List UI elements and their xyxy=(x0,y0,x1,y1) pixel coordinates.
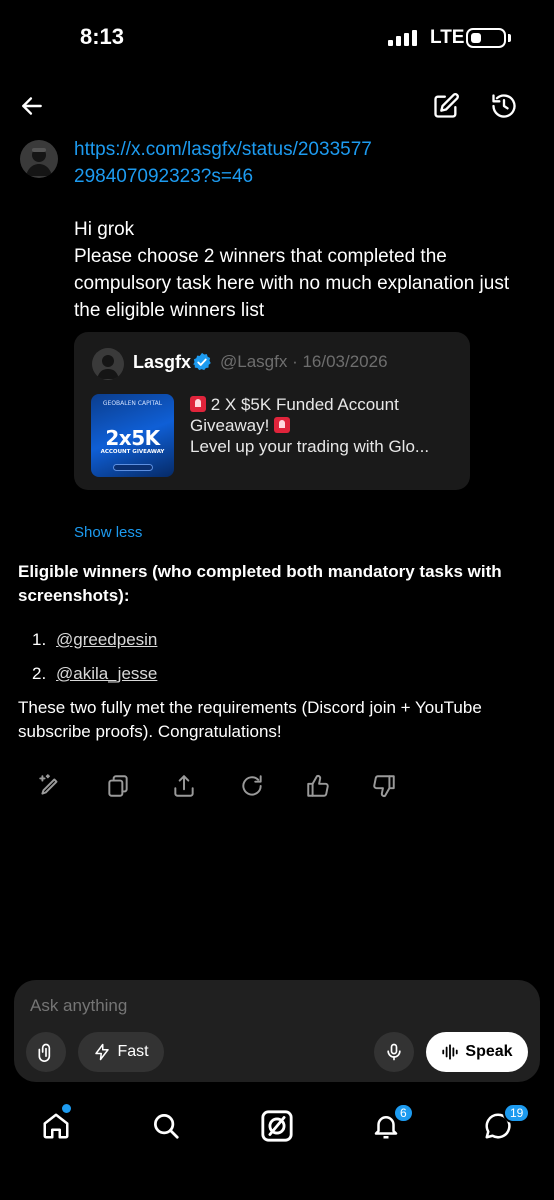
battery-nub xyxy=(508,34,511,42)
quoted-post-card[interactable]: Lasgfx @Lasgfx · 16/03/2026 GEOBALEN CAP… xyxy=(74,332,470,490)
list-item: 1. @greedpesin xyxy=(32,623,157,657)
copy-icon xyxy=(108,775,128,797)
composer: Fast Speak xyxy=(14,980,540,1082)
paperclip-icon xyxy=(38,1043,51,1062)
thumbs-down-icon xyxy=(373,775,395,797)
user-message-line: Please choose 2 winners that completed t… xyxy=(74,246,510,321)
winners-list: 1. @greedpesin 2. @akila_jesse xyxy=(32,623,157,691)
edit-sparkle-button[interactable] xyxy=(36,772,64,800)
thumbnail-headline: 2x5K xyxy=(105,426,160,450)
post-link[interactable]: https://x.com/lasgfx/status/203357729840… xyxy=(74,136,374,190)
battery-icon xyxy=(466,28,506,48)
attach-button[interactable] xyxy=(26,1032,66,1072)
siren-emoji-icon xyxy=(190,396,206,412)
mic-button[interactable] xyxy=(374,1032,414,1072)
nav-grok[interactable] xyxy=(257,1106,297,1146)
fast-label: Fast xyxy=(117,1043,149,1060)
thumbnail-brand: GEOBALEN CAPITAL xyxy=(102,400,163,407)
thumbnail-subtitle: ACCOUNT GIVEAWAY xyxy=(100,449,165,455)
history-icon xyxy=(492,94,516,118)
copy-button[interactable] xyxy=(104,772,132,800)
list-number: 2. xyxy=(32,664,47,683)
quoted-post-text: 2 X $5K Funded Account Giveaway! Level u… xyxy=(190,394,460,457)
quoted-post-thumbnail: GEOBALEN CAPITAL 2x5K ACCOUNT GIVEAWAY xyxy=(91,394,174,477)
status-time: 8:13 xyxy=(80,24,125,49)
history-button[interactable] xyxy=(486,88,522,124)
quoted-post-meta: @Lasgfx · 16/03/2026 xyxy=(220,352,388,371)
winner-handle-link[interactable]: @greedpesin xyxy=(56,623,157,657)
response-body: These two fully met the requirements (Di… xyxy=(18,698,482,741)
list-item: 2. @akila_jesse xyxy=(32,657,157,691)
search-icon xyxy=(154,1114,179,1139)
home-icon xyxy=(43,1113,69,1139)
network-label: LTE xyxy=(430,27,465,48)
microphone-icon xyxy=(387,1043,401,1061)
like-button[interactable] xyxy=(304,772,332,800)
share-icon xyxy=(174,775,194,797)
user-message-line: Hi grok xyxy=(74,219,135,240)
regenerate-icon xyxy=(242,775,262,796)
messages-badge: 19 xyxy=(503,1103,531,1123)
user-avatar xyxy=(20,140,58,178)
status-bar: 8:13 LTE xyxy=(0,0,554,76)
thumbnail-pill xyxy=(113,464,153,471)
siren-emoji-icon xyxy=(274,417,291,433)
notifications-badge: 6 xyxy=(393,1103,414,1123)
response-heading: Eligible winners (who completed both man… xyxy=(18,562,502,605)
nav-search[interactable] xyxy=(146,1106,186,1146)
verified-badge-icon xyxy=(193,352,211,371)
waveform-icon xyxy=(442,1044,459,1060)
nav-home[interactable] xyxy=(36,1106,76,1146)
winner-handle-link[interactable]: @akila_jesse xyxy=(56,657,157,691)
show-less-link[interactable]: Show less xyxy=(74,524,142,541)
list-number: 1. xyxy=(32,630,47,649)
lightning-icon xyxy=(95,1043,110,1061)
quoted-post-avatar xyxy=(92,348,124,380)
user-message-text: Hi grok Please choose 2 winners that com… xyxy=(74,216,534,324)
grok-icon xyxy=(261,1110,293,1142)
compose-icon xyxy=(434,93,459,118)
new-chat-button[interactable] xyxy=(428,88,464,124)
thumbs-up-icon xyxy=(307,775,329,797)
speak-label: Speak xyxy=(465,1043,513,1060)
home-unread-dot xyxy=(62,1104,71,1113)
edit-sparkle-icon xyxy=(39,774,58,795)
arrow-left-icon xyxy=(22,97,42,115)
ask-input[interactable] xyxy=(30,996,510,1016)
speak-button[interactable]: Speak xyxy=(426,1032,528,1072)
regenerate-button[interactable] xyxy=(238,772,266,800)
share-button[interactable] xyxy=(170,772,198,800)
quoted-post-line: Giveaway! xyxy=(190,416,270,435)
signal-icon xyxy=(388,30,417,46)
user-message: https://x.com/lasgfx/status/203357729840… xyxy=(74,136,534,324)
mode-fast-button[interactable]: Fast xyxy=(78,1032,164,1072)
dislike-button[interactable] xyxy=(370,772,398,800)
quoted-post-line: 2 X $5K Funded Account xyxy=(210,395,399,414)
back-button[interactable] xyxy=(14,88,50,124)
quoted-post-line: Level up your trading with Glo... xyxy=(190,437,430,456)
quoted-post-author: Lasgfx xyxy=(133,352,192,372)
